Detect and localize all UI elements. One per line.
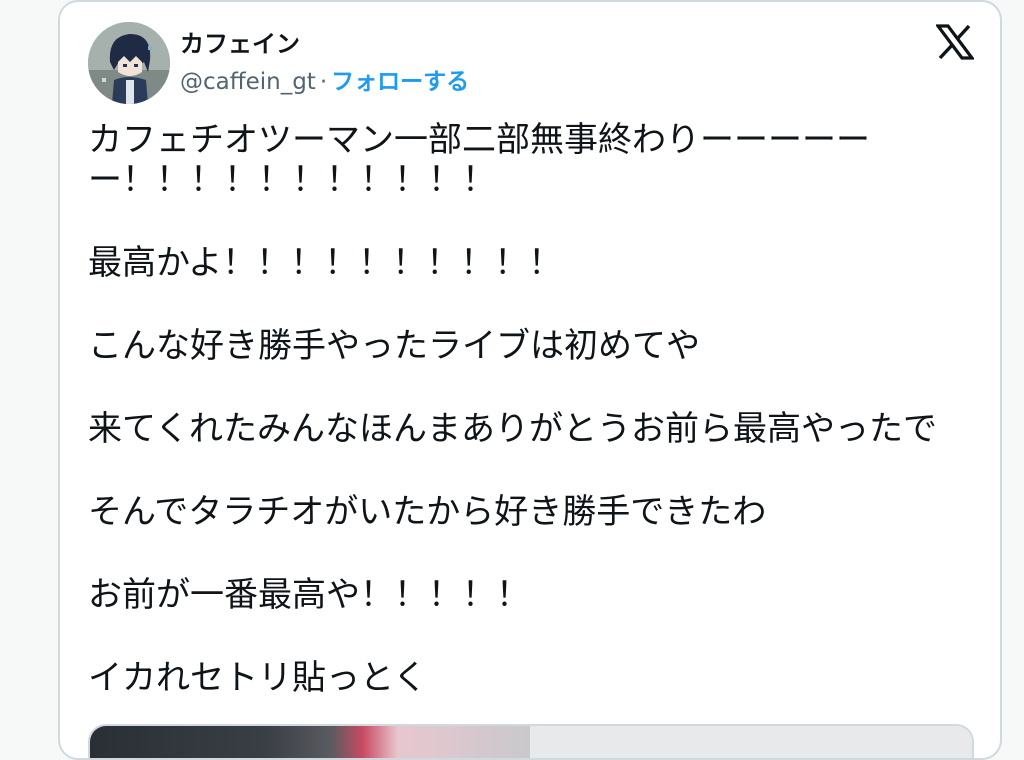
x-logo-icon[interactable]	[934, 24, 976, 60]
display-name[interactable]: カフェイン	[180, 28, 300, 60]
tweet-line-4: 来てくれたみんなほんまありがとうお前ら最高やったで	[88, 409, 937, 449]
tweet-text: カフェチオツーマン一部二部無事終わりーーーーーー！！！！！！！！！！！ 最高かよ…	[88, 120, 968, 741]
separator: ·	[319, 69, 328, 95]
tweet-line-3: こんな好き勝手やったライブは初めてや	[88, 326, 700, 366]
handle-row: @caffein_gt · フォローする	[180, 66, 469, 98]
tweet-line-1: カフェチオツーマン一部二部無事終わりーーーーーー！！！！！！！！！！！	[88, 120, 870, 200]
avatar-icon	[88, 22, 170, 104]
tweet-line-7: イカれセトリ貼っとく	[88, 658, 427, 698]
avatar[interactable]	[88, 22, 170, 104]
follow-button[interactable]: フォローする	[331, 69, 469, 95]
handle[interactable]: @caffein_gt	[180, 69, 316, 95]
media-image-2[interactable]	[530, 726, 972, 758]
tweet-media[interactable]	[88, 724, 974, 758]
tweet-line-2: 最高かよ！！！！！！！！！！	[88, 243, 563, 283]
media-image-1[interactable]	[90, 726, 530, 758]
tweet-line-5: そんでタラチオがいたから好き勝手できたわ	[88, 492, 767, 532]
tweet-line-6: お前が一番最高や！！！！！	[88, 575, 530, 615]
tweet-card[interactable]: カフェイン @caffein_gt · フォローする カフェチオツーマン一部二部無事…	[58, 0, 1002, 760]
